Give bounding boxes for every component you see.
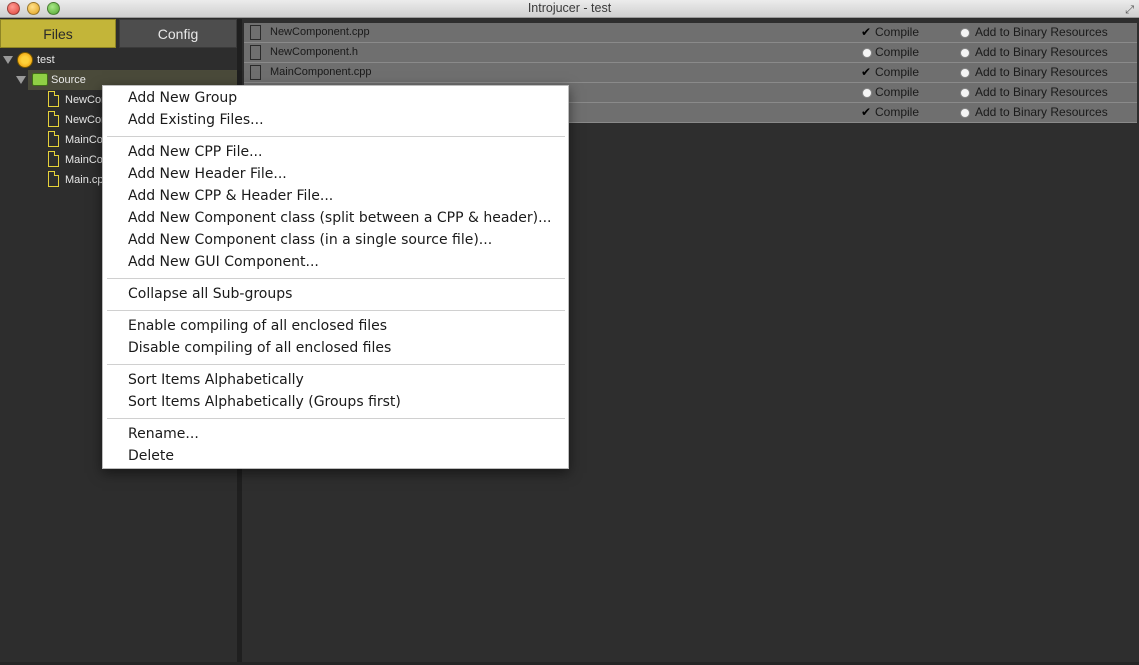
menu-item[interactable]: Add New CPP File... [128, 141, 262, 163]
folder-icon [32, 73, 48, 86]
binary-resource-label: Add to Binary Resources [975, 105, 1108, 119]
menu-item[interactable]: Add New GUI Component... [128, 251, 319, 273]
file-list-row[interactable]: MainComponent.cpp ✔ Compile Add to Binary R… [244, 63, 1137, 83]
menu-item[interactable]: Rename... [128, 423, 199, 445]
tab-config[interactable]: Config [119, 19, 237, 48]
tree-item-label: Source [51, 74, 86, 86]
tree-item-label: MainCo [65, 154, 103, 166]
context-menu: Add New Group Add Existing Files... Add Ne… [102, 85, 569, 469]
window-title: Introjucer - test [527, 1, 612, 15]
menu-item[interactable]: Sort Items Alphabetically [128, 369, 304, 391]
file-list-row[interactable]: NewComponent.cpp ✔ Compile Add to Binary Re… [244, 23, 1137, 43]
document-icon [250, 25, 261, 40]
file-icon [48, 151, 59, 167]
file-icon [48, 111, 59, 127]
binary-resource-label: Add to Binary Resources [975, 45, 1108, 59]
file-name: NewComponent.h [270, 46, 359, 58]
binary-resource-checkbox[interactable] [960, 108, 970, 118]
binary-resource-checkbox[interactable] [960, 68, 970, 78]
project-icon [17, 52, 33, 68]
compile-label: Compile [875, 105, 920, 119]
file-name: NewComponent.cpp [270, 26, 370, 38]
disclosure-triangle-icon[interactable] [3, 56, 13, 64]
binary-resource-checkbox[interactable] [960, 48, 970, 58]
menu-item[interactable]: Collapse all Sub-groups [128, 283, 292, 305]
binary-resource-label: Add to Binary Resources [975, 65, 1108, 79]
menu-item[interactable]: Add Existing Files... [128, 109, 264, 131]
menu-separator [107, 418, 565, 419]
tree-item-label: Main.cp [65, 174, 104, 186]
binary-resource-label: Add to Binary Resources [975, 85, 1108, 99]
disclosure-triangle-icon[interactable] [16, 76, 26, 84]
menu-separator [107, 136, 565, 137]
binary-resource-checkbox[interactable] [960, 88, 970, 98]
compile-label: Compile [875, 45, 920, 59]
menu-item[interactable]: Sort Items Alphabetically (Groups first) [128, 391, 401, 413]
compile-checkbox[interactable]: ✔ [860, 63, 872, 82]
menu-item[interactable]: Add New CPP & Header File... [128, 185, 333, 207]
compile-checkbox[interactable]: ✔ [860, 103, 872, 122]
menu-item[interactable]: Enable compiling of all enclosed files [128, 315, 387, 337]
compile-checkbox[interactable] [862, 88, 872, 98]
tree-item-label: MainCo [65, 134, 103, 146]
menu-item[interactable]: Disable compiling of all enclosed files [128, 337, 391, 359]
tree-item-label: test [37, 54, 55, 66]
binary-resource-label: Add to Binary Resources [975, 25, 1108, 39]
title-bar: Introjucer - test ⤢ [0, 0, 1139, 18]
file-icon [48, 131, 59, 147]
tab-files[interactable]: Files [0, 19, 116, 48]
tree-item-project[interactable]: test [0, 50, 237, 70]
menu-separator [107, 310, 565, 311]
menu-item[interactable]: Add New Component class (split between a… [128, 207, 551, 229]
fullscreen-icon[interactable]: ⤢ [1125, 3, 1134, 17]
document-icon [250, 65, 261, 80]
compile-label: Compile [875, 65, 920, 79]
file-list-row[interactable]: NewComponent.h Compile Add to Binary Resou… [244, 43, 1137, 63]
file-icon [48, 91, 59, 107]
compile-checkbox[interactable]: ✔ [860, 23, 872, 42]
document-icon [250, 45, 261, 60]
menu-item[interactable]: Add New Header File... [128, 163, 287, 185]
menu-separator [107, 278, 565, 279]
file-name: MainComponent.cpp [270, 66, 372, 78]
file-icon [48, 171, 59, 187]
compile-checkbox[interactable] [862, 48, 872, 58]
compile-label: Compile [875, 25, 920, 39]
menu-item[interactable]: Delete [128, 445, 174, 467]
binary-resource-checkbox[interactable] [960, 28, 970, 38]
menu-separator [107, 364, 565, 365]
menu-item[interactable]: Add New Group [128, 87, 237, 109]
menu-item[interactable]: Add New Component class (in a single sou… [128, 229, 492, 251]
compile-label: Compile [875, 85, 920, 99]
